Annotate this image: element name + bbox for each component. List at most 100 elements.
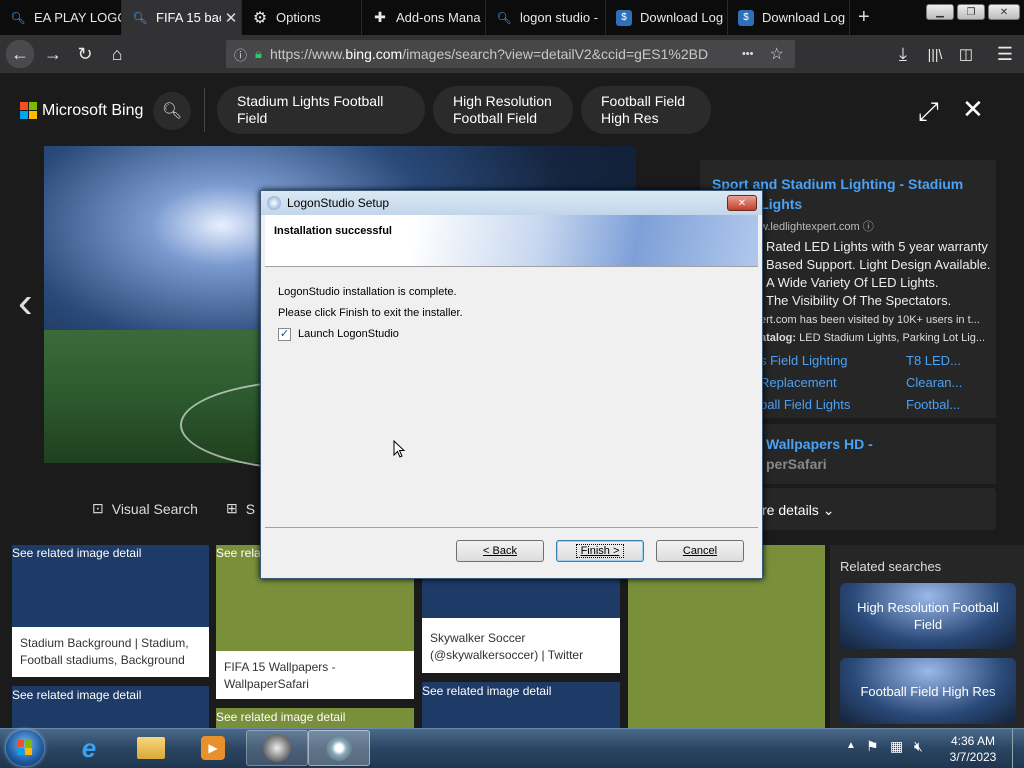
browser-tab-2[interactable]: ⚙ Options	[242, 0, 362, 35]
tab-label: EA PLAY LOGO	[34, 10, 121, 25]
taskbar-ie[interactable]: e	[58, 730, 120, 766]
browser-tab-3[interactable]: ✚ Add-ons Mana	[362, 0, 486, 35]
taskbar-explorer[interactable]	[120, 730, 182, 766]
back-button[interactable]: < Back	[456, 540, 544, 562]
folder-icon	[137, 737, 165, 759]
url-path: /images/search?view=detailV2&ccid=gES1%2…	[402, 46, 709, 62]
clock[interactable]: 4:36 AM 3/7/2023	[946, 733, 1000, 765]
ad-source-text: w.ledlightexpert.com	[760, 221, 860, 233]
caption-text: FIFA 15 Wallpapers - WallpaperSafari	[224, 660, 336, 691]
see-related-label[interactable]: See related image detail	[216, 546, 260, 560]
visual-search-button[interactable]: ⊡ Visual Search	[92, 500, 198, 517]
clock-date: 3/7/2023	[949, 750, 997, 764]
related-pill-2[interactable]: Football Field High Res	[581, 86, 711, 134]
windows-logo-icon	[17, 740, 24, 747]
ad-link[interactable]: T8 LED...	[906, 353, 961, 368]
taskbar-firefox[interactable]	[246, 730, 308, 766]
prev-image-arrow-icon[interactable]: ‹	[18, 278, 33, 328]
ad-catalog: atalog: LED Stadium Lights, Parking Lot …	[760, 332, 985, 344]
arrow-left-icon: ←	[11, 43, 29, 64]
ad-link[interactable]: s Field Lighting	[760, 353, 847, 368]
tab-label: FIFA 15 bac	[156, 10, 221, 25]
grid-caption[interactable]: Stadium Background | Stadium, Football s…	[12, 627, 209, 677]
reload-icon: ↻	[77, 43, 93, 64]
save-button[interactable]: ⊞ S	[226, 500, 255, 517]
back-button[interactable]: ←	[6, 40, 34, 68]
cancel-button[interactable]: Cancel	[656, 540, 744, 562]
setup-dialog: LogonStudio Setup ✕ Installation success…	[260, 190, 763, 579]
grid-caption[interactable]: FIFA 15 Wallpapers - WallpaperSafari	[216, 651, 414, 699]
taskbar-media[interactable]: ▶	[182, 730, 244, 766]
new-tab-button[interactable]: +	[858, 6, 870, 29]
ad-source: w.ledlightexpert.com ⓘ	[760, 218, 874, 234]
ad-link[interactable]: ball Field Lights	[760, 397, 850, 412]
dialog-close-button[interactable]: ✕	[727, 195, 757, 211]
search-icon: 🔍︎	[161, 103, 183, 120]
related-pill-0[interactable]: Stadium Lights Football Field	[217, 86, 425, 134]
minimize-button[interactable]: ▁	[926, 4, 954, 20]
ad-catalog-text: LED Stadium Lights, Parking Lot Lig...	[799, 332, 986, 344]
browser-tab-6[interactable]: $ Download Log	[728, 0, 850, 35]
tab-label: Download Log	[762, 10, 846, 25]
taskbar-setup[interactable]	[308, 730, 370, 766]
search-icon: 🔍︎	[10, 10, 26, 25]
reload-button[interactable]: ↻	[72, 42, 98, 66]
volume-muted-icon[interactable]: 🔇︎	[914, 738, 923, 755]
ad-line: Based Support. Light Design Available.	[766, 257, 991, 272]
ad-link[interactable]: Replacement	[760, 375, 837, 390]
browser-tab-4[interactable]: 🔍︎ logon studio -	[486, 0, 606, 35]
plus-box-icon: ⊞	[226, 500, 238, 516]
tab-label: logon studio -	[520, 10, 599, 25]
related-pill-1[interactable]: High Resolution Football Field	[433, 86, 573, 134]
more-details-button[interactable]: re details ⌄	[762, 502, 834, 519]
downloads-button[interactable]: ⤓	[890, 42, 916, 66]
grid-caption[interactable]: Skywalker Soccer (@skywalkersoccer) | Tw…	[422, 618, 620, 673]
library-button[interactable]: |||\	[922, 42, 948, 66]
finish-button[interactable]: Finish >	[556, 540, 644, 562]
url-prefix: https://www.	[269, 46, 346, 62]
see-related-label[interactable]: See related image detail	[12, 688, 141, 702]
launch-checkbox-label[interactable]: Launch LogonStudio	[298, 328, 399, 340]
network-icon[interactable]: ▦	[890, 738, 903, 755]
bookmark-star-icon[interactable]: ☆	[770, 44, 784, 64]
more-details-label: re details	[762, 502, 819, 518]
show-desktop-button[interactable]	[1012, 729, 1024, 768]
mouse-cursor-icon	[393, 440, 406, 458]
close-tab-icon[interactable]: ✕	[221, 9, 241, 27]
flag-icon[interactable]: ⚑	[866, 738, 879, 755]
home-button[interactable]: ⌂	[104, 42, 130, 66]
forward-button[interactable]: →	[40, 42, 66, 66]
related-search-item[interactable]: Football Field High Res	[840, 658, 1016, 724]
related-search-item[interactable]: High Resolution Football Field	[840, 583, 1016, 649]
page-actions-icon[interactable]: •••	[742, 48, 754, 60]
ad-link[interactable]: Clearan...	[906, 375, 962, 390]
start-button[interactable]	[6, 730, 44, 766]
sidebar-icon: ◫	[958, 46, 974, 63]
browser-tab-5[interactable]: $ Download Log	[606, 0, 728, 35]
see-related-label[interactable]: See related image detail	[12, 546, 141, 560]
see-related-label[interactable]: See related image detail	[422, 684, 551, 698]
media-player-icon: ▶	[201, 736, 225, 760]
search-icon: 🔍︎	[496, 10, 512, 25]
see-related-label[interactable]: See related image detail	[216, 710, 345, 724]
maximize-button[interactable]: ❐	[957, 4, 985, 20]
close-viewer-icon[interactable]: ✕	[962, 94, 984, 125]
bing-search-button[interactable]: 🔍︎	[153, 92, 191, 130]
show-hidden-icons[interactable]: ▲	[846, 740, 856, 751]
result-title[interactable]: Wallpapers HD -	[766, 436, 873, 452]
installer-disc-icon	[326, 735, 352, 761]
ad-link[interactable]: Footbal...	[906, 397, 960, 412]
grid-image[interactable]	[422, 578, 620, 618]
expand-icon[interactable]: ⤢	[918, 96, 939, 128]
browser-tab-0[interactable]: 🔍︎ EA PLAY LOGO	[0, 0, 122, 35]
url-domain: bing.com	[345, 46, 403, 62]
sidebar-button[interactable]: ◫	[953, 42, 979, 66]
bing-logo-text[interactable]: Microsoft Bing	[42, 102, 143, 120]
chevron-down-icon: ⌄	[822, 502, 835, 518]
browser-tab-1[interactable]: 🔍︎ FIFA 15 bac ✕	[122, 0, 242, 35]
hamburger-icon: ☰	[996, 43, 1014, 64]
launch-checkbox[interactable]: ✓	[278, 328, 291, 341]
window-close-button[interactable]: ✕	[988, 4, 1020, 20]
menu-button[interactable]: ☰	[992, 42, 1018, 66]
address-bar[interactable]: ⓘ 🔒︎ https://www.bing.com/images/search?…	[226, 40, 795, 68]
